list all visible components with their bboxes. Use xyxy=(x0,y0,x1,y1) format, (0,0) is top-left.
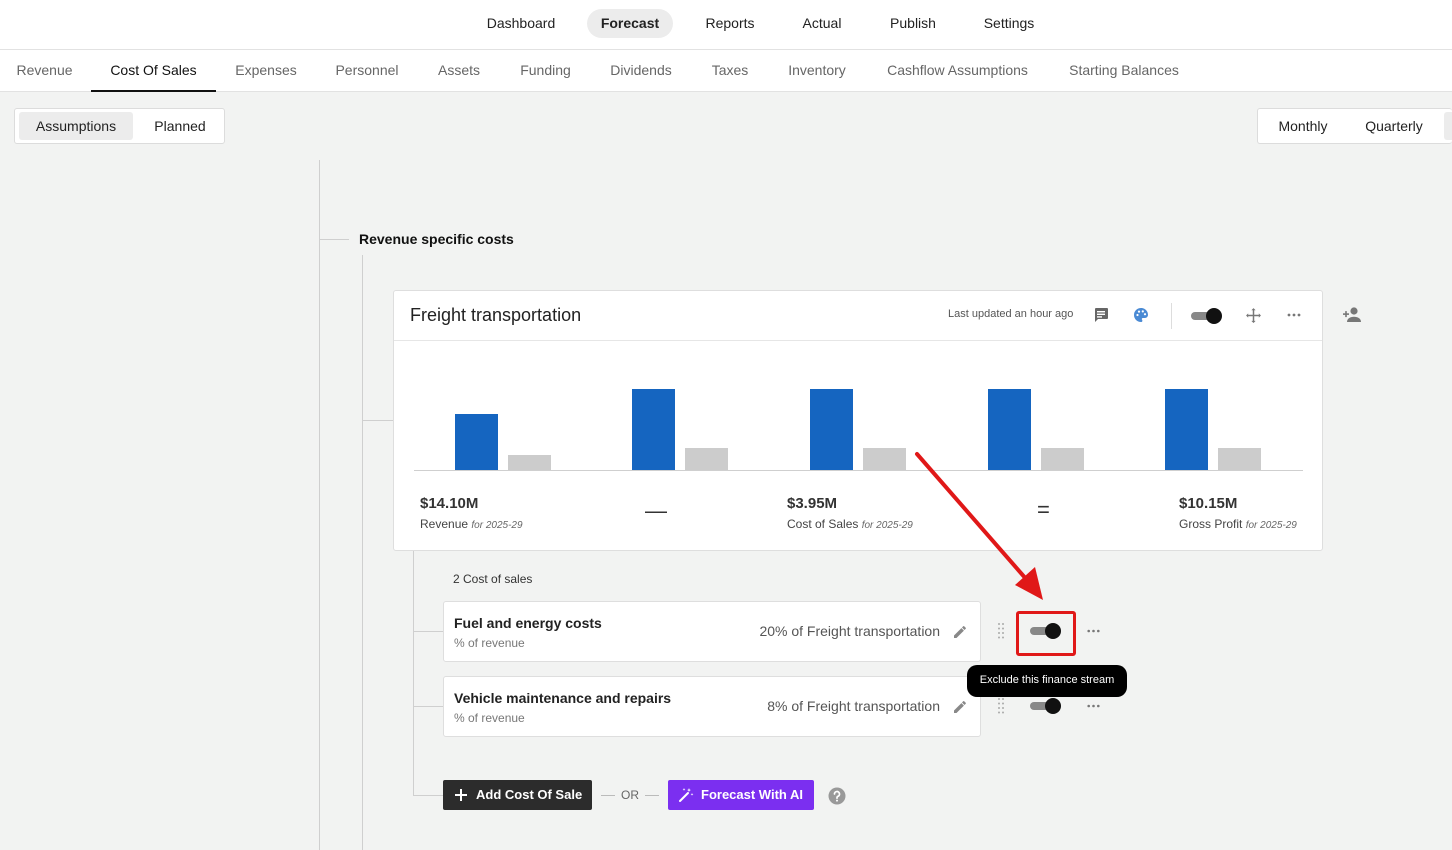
exclude-stream-toggle[interactable] xyxy=(1030,697,1062,715)
magic-wand-icon xyxy=(679,788,694,802)
nav-actual[interactable]: Actual xyxy=(789,9,855,38)
tab-funding[interactable]: Funding xyxy=(505,50,586,92)
palette-icon[interactable] xyxy=(1133,307,1149,323)
tree-line xyxy=(362,255,363,850)
more-icon[interactable] xyxy=(1287,311,1301,319)
edit-pencil-icon[interactable] xyxy=(952,624,968,640)
forecast-with-ai-button[interactable]: Forecast With AI xyxy=(668,780,814,810)
more-icon[interactable] xyxy=(1087,628,1100,634)
tab-personnel[interactable]: Personnel xyxy=(318,50,416,92)
card-title: Freight transportation xyxy=(410,305,582,325)
cost-row-vehicle-maintenance[interactable]: Vehicle maintenance and repairs % of rev… xyxy=(443,676,981,737)
kpi-cost-of-sales-value: $3.95M xyxy=(787,495,838,512)
header-divider xyxy=(1171,303,1172,329)
cost-row-value: 20% of Freight transportation xyxy=(759,623,940,639)
cost-row-method: % of revenue xyxy=(454,711,525,725)
chart-baseline xyxy=(414,470,1303,471)
nav-publish[interactable]: Publish xyxy=(876,9,950,38)
toggle-knob xyxy=(1045,698,1061,714)
kpi-gross-profit-label: Gross Profit for 2025-29 xyxy=(1179,517,1297,531)
or-divider xyxy=(645,795,659,796)
tree-branch xyxy=(413,795,443,796)
tree-branch xyxy=(413,631,443,632)
tab-assets[interactable]: Assets xyxy=(424,50,494,92)
plus-icon xyxy=(455,789,467,801)
kpi-gross-profit-value: $10.15M xyxy=(1179,495,1238,512)
tree-branch xyxy=(362,420,393,421)
tab-dividends[interactable]: Dividends xyxy=(598,50,684,92)
tab-cashflow-assumptions[interactable]: Cashflow Assumptions xyxy=(872,50,1043,92)
cost-bar-4 xyxy=(1041,448,1084,470)
period-quarterly[interactable]: Quarterly xyxy=(1350,112,1438,140)
nav-forecast[interactable]: Forecast xyxy=(587,9,673,38)
cost-row-method: % of revenue xyxy=(454,636,525,650)
cost-bar-5 xyxy=(1218,448,1261,470)
period-toggle: Monthly Quarterly xyxy=(1257,108,1452,144)
tab-cost-of-sales[interactable]: Cost Of Sales xyxy=(91,50,216,92)
revenue-stream-card: Freight transportation Last updated an h… xyxy=(393,290,1323,551)
revenue-bar-1 xyxy=(455,414,498,470)
last-updated-text: Last updated an hour ago xyxy=(948,308,1074,320)
minus-operator: — xyxy=(645,498,667,523)
forecast-tabs: Revenue Cost Of Sales Expenses Personnel… xyxy=(0,50,1452,92)
or-label: OR xyxy=(621,788,639,802)
forecast-with-ai-label: Forecast With AI xyxy=(701,787,803,802)
kpi-revenue-label: Revenue for 2025-29 xyxy=(420,517,523,531)
person-add-icon[interactable] xyxy=(1342,306,1362,324)
revenue-bar-3 xyxy=(810,389,853,470)
cost-bar-2 xyxy=(685,448,728,470)
cost-bar-1 xyxy=(508,455,551,470)
mode-planned[interactable]: Planned xyxy=(139,112,221,140)
nav-reports[interactable]: Reports xyxy=(692,9,768,38)
move-icon[interactable] xyxy=(1245,307,1262,324)
drag-handle-icon[interactable] xyxy=(997,697,1005,715)
mode-assumptions[interactable]: Assumptions xyxy=(19,112,133,140)
more-icon[interactable] xyxy=(1087,703,1100,709)
nav-dashboard[interactable]: Dashboard xyxy=(474,9,568,38)
toggle-knob xyxy=(1206,308,1222,324)
revenue-bar-5 xyxy=(1165,389,1208,470)
period-next-option[interactable] xyxy=(1444,112,1452,140)
equals-operator: = xyxy=(1037,497,1050,522)
tree-branch xyxy=(413,706,443,707)
cost-of-sales-count: 2 Cost of sales xyxy=(453,572,533,586)
edit-pencil-icon[interactable] xyxy=(952,699,968,715)
tab-expenses[interactable]: Expenses xyxy=(220,50,312,92)
or-divider xyxy=(601,795,615,796)
card-include-toggle[interactable] xyxy=(1191,307,1223,325)
kpi-revenue-value: $14.10M xyxy=(420,495,479,512)
exclude-stream-tooltip: Exclude this finance stream xyxy=(967,665,1127,697)
tree-branch xyxy=(319,239,349,240)
comment-icon[interactable] xyxy=(1093,307,1109,323)
tree-line xyxy=(319,160,320,850)
drag-handle-icon[interactable] xyxy=(997,622,1005,640)
nav-settings[interactable]: Settings xyxy=(970,9,1048,38)
top-navigation: Dashboard Forecast Reports Actual Publis… xyxy=(0,0,1452,50)
help-icon[interactable] xyxy=(828,787,846,805)
period-monthly[interactable]: Monthly xyxy=(1262,112,1344,140)
add-cost-of-sale-button[interactable]: Add Cost Of Sale xyxy=(443,780,592,810)
revenue-cost-chart xyxy=(455,389,1261,470)
tab-revenue[interactable]: Revenue xyxy=(0,50,89,92)
section-title: Revenue specific costs xyxy=(359,231,514,247)
tab-starting-balances[interactable]: Starting Balances xyxy=(1056,50,1192,92)
cost-row-name: Fuel and energy costs xyxy=(454,615,602,631)
add-cost-of-sale-label: Add Cost Of Sale xyxy=(476,787,583,802)
cost-bar-3 xyxy=(863,448,906,470)
mode-toggle: Assumptions Planned xyxy=(14,108,225,144)
cost-row-fuel[interactable]: Fuel and energy costs % of revenue 20% o… xyxy=(443,601,981,662)
cost-row-value: 8% of Freight transportation xyxy=(767,698,940,714)
revenue-bar-4 xyxy=(988,389,1031,470)
tab-inventory[interactable]: Inventory xyxy=(776,50,858,92)
revenue-bar-2 xyxy=(632,389,675,470)
cost-row-name: Vehicle maintenance and repairs xyxy=(454,690,672,706)
tree-line xyxy=(413,551,414,796)
card-header: Freight transportation Last updated an h… xyxy=(394,291,1322,341)
annotation-highlight-box xyxy=(1016,611,1076,656)
kpi-cost-of-sales-label: Cost of Sales for 2025-29 xyxy=(787,517,913,531)
tab-taxes[interactable]: Taxes xyxy=(698,50,762,92)
